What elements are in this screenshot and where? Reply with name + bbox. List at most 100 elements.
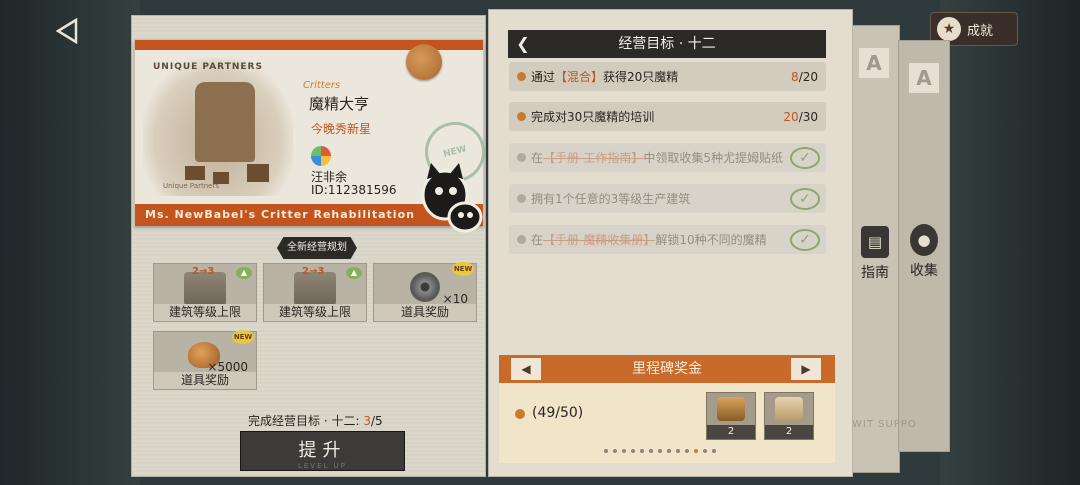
book-icon: ▤ xyxy=(861,226,889,258)
goal-progress-label: 完成经营目标 · 十二: xyxy=(248,414,364,428)
reward-item-pot[interactable]: NEW ×5000 道具奖励 xyxy=(153,330,257,390)
reward-caption: 建筑等级上限 xyxy=(264,304,366,321)
achievement-label: 成就 xyxy=(967,23,994,39)
check-icon: ✓ xyxy=(790,228,820,251)
reward-building-cap-1[interactable]: 2→3 ▲ 建筑等级上限 xyxy=(153,263,257,322)
bullet-icon xyxy=(517,112,526,121)
objective-item: 完成对30只魔精的培训 20/30 xyxy=(509,102,826,131)
pager-dot xyxy=(685,449,689,453)
side-footer-text: WIT SUPPO xyxy=(852,419,917,430)
black-cat-mascot xyxy=(421,163,483,233)
milestone-reward-2[interactable]: 2 xyxy=(764,392,814,440)
chevron-left-icon[interactable]: ❮ xyxy=(508,30,538,58)
goal-progress-total: /5 xyxy=(370,414,383,428)
card-subtitle: 今晚秀新星 xyxy=(311,122,372,136)
bone-icon xyxy=(775,397,803,421)
building-icon xyxy=(184,272,226,306)
objective-item: 通过【混合】获得20只魔精 8/20 xyxy=(509,62,826,91)
reward-building-cap-2[interactable]: 2→3 ▲ 建筑等级上限 xyxy=(263,263,367,322)
objective-count-total: /30 xyxy=(798,109,818,124)
tab-collection[interactable]: ● 收集 xyxy=(901,224,947,280)
milestone-pager[interactable] xyxy=(604,449,716,453)
goal-progress-current: 3 xyxy=(363,414,371,428)
bullet-icon xyxy=(515,409,525,419)
new-badge: NEW xyxy=(232,330,254,344)
check-icon: ✓ xyxy=(790,187,820,210)
pager-dot xyxy=(703,449,707,453)
level-change: 2→3 xyxy=(192,266,215,277)
pager-dot xyxy=(649,449,653,453)
card-illustration: UNIQUE PARTNERS Unique Partners xyxy=(143,58,293,196)
milestone-progress: (49/50) xyxy=(532,405,584,421)
objective-highlight: 【混合】 xyxy=(555,70,604,84)
pager-dot-active xyxy=(694,449,698,453)
background-right xyxy=(940,0,1080,485)
objective-count-current: 20 xyxy=(783,109,799,124)
objective-count-total: /20 xyxy=(798,69,818,84)
trophy-icon: ★ xyxy=(937,17,961,41)
pager-dot xyxy=(676,449,680,453)
bullet-icon xyxy=(517,235,526,244)
objective-text: 在 xyxy=(531,151,544,165)
tab-letter: A xyxy=(859,48,889,78)
back-button[interactable] xyxy=(52,17,82,48)
objective-text: 在 xyxy=(531,233,544,247)
reward-item-gear[interactable]: NEW ×10 道具奖励 xyxy=(373,262,477,322)
objective-item-completed: 拥有1个任意的3等级生产建筑 ✓ xyxy=(509,184,826,213)
key-icon xyxy=(717,397,745,421)
milestone-next-button[interactable]: ▶ xyxy=(791,358,821,380)
background-left xyxy=(0,0,140,485)
objective-item-completed: 在【手册-工作指南】中领取收集5种尤提姆贴纸 ✓ xyxy=(509,143,826,172)
upgrade-button[interactable]: 提升 LEVEL UP xyxy=(240,431,405,471)
objective-text: 解锁10种不同的魔精 xyxy=(655,233,767,247)
bullet-icon xyxy=(517,72,526,81)
upgrade-sublabel: LEVEL UP xyxy=(297,462,347,470)
objective-text: 中领取收集5种尤提姆贴纸 xyxy=(643,151,783,165)
pager-dot xyxy=(604,449,608,453)
objective-highlight: 【手册-工作指南】 xyxy=(543,151,644,165)
tab-collection-label: 收集 xyxy=(910,263,938,279)
critter-icon: ● xyxy=(910,224,938,256)
pager-dot xyxy=(613,449,617,453)
pager-dot xyxy=(712,449,716,453)
pager-dot xyxy=(631,449,635,453)
pager-dot xyxy=(622,449,626,453)
pager-dot xyxy=(640,449,644,453)
bullet-icon xyxy=(517,153,526,162)
gear-item-icon xyxy=(410,272,440,302)
objective-text: 通过 xyxy=(531,70,556,84)
reward-caption: 建筑等级上限 xyxy=(154,304,256,321)
business-card-panel: UNIQUE PARTNERS Unique Partners Critters… xyxy=(131,15,492,477)
tab-guide[interactable]: ▤ 指南 xyxy=(852,226,898,282)
upgrade-arrow-icon: ▲ xyxy=(346,267,362,279)
upgrade-label: 提升 xyxy=(298,440,347,461)
objectives-header: ❮ 经营目标 · 十二 xyxy=(508,30,826,58)
card-footer-text: Unique Partners xyxy=(163,182,220,190)
objective-text: 完成对30只魔精的培训 xyxy=(531,110,655,124)
level-change: 2→3 xyxy=(302,266,325,277)
check-icon: ✓ xyxy=(790,146,820,169)
crate-decoration xyxy=(185,166,205,180)
pager-dot xyxy=(667,449,671,453)
reward-caption: 道具奖励 xyxy=(154,372,256,389)
pager-dot xyxy=(658,449,662,453)
reward-caption: 道具奖励 xyxy=(374,304,476,321)
pin-decoration xyxy=(406,44,442,80)
reward-quantity: 2 xyxy=(765,425,813,439)
goal-progress-text: 完成经营目标 · 十二: 3/5 xyxy=(248,412,383,429)
tab-guide-label: 指南 xyxy=(861,265,889,281)
crate-decoration xyxy=(247,164,269,182)
objective-highlight: 【手册-魔精收集册】 xyxy=(543,233,656,247)
new-badge: NEW xyxy=(452,262,474,276)
objectives-title: 经营目标 · 十二 xyxy=(618,36,716,52)
building-icon xyxy=(294,272,336,306)
card-title: 魔精大亨 xyxy=(309,95,370,113)
milestone-prev-button[interactable]: ◀ xyxy=(511,358,541,380)
card-cursive-title: Critters xyxy=(303,80,341,91)
milestone-banner: ◀ 里程碑奖金 ▶ xyxy=(499,355,835,383)
bullet-icon xyxy=(517,194,526,203)
objective-text: 拥有1个任意的3等级生产建筑 xyxy=(531,192,691,206)
milestone-reward-1[interactable]: 2 xyxy=(706,392,756,440)
upgrade-arrow-icon: ▲ xyxy=(236,267,252,279)
objective-count-current: 8 xyxy=(791,69,799,84)
